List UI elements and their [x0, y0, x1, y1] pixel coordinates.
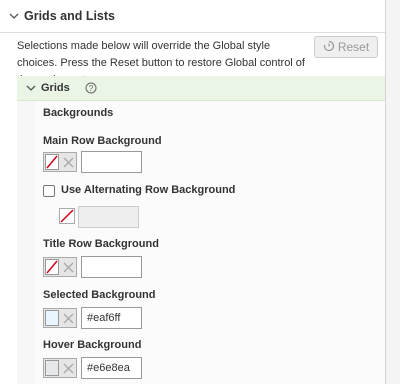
svg-text:?: ?	[89, 84, 94, 93]
reset-button-label: Reset	[337, 40, 370, 54]
clear-x-icon[interactable]	[61, 155, 76, 170]
selected-background-input[interactable]	[81, 307, 142, 329]
hover-background-input[interactable]	[81, 357, 142, 379]
color-swatch[interactable]	[45, 360, 59, 376]
grids-and-lists-header[interactable]: Grids and Lists	[0, 0, 385, 33]
hover-background-label: Hover Background	[43, 339, 142, 351]
main-row-background-label: Main Row Background	[43, 135, 162, 147]
title-row-color-picker[interactable]	[43, 257, 77, 277]
selected-background-label: Selected Background	[43, 289, 156, 301]
color-swatch[interactable]	[45, 310, 59, 326]
main-row-background-input[interactable]	[81, 151, 142, 173]
backgrounds-heading: Backgrounds	[43, 107, 114, 119]
alternating-row-checkbox[interactable]	[43, 185, 55, 197]
reset-icon	[323, 40, 335, 55]
clear-x-icon[interactable]	[61, 260, 76, 275]
grids-settings-group: Backgrounds Main Row Background Use Alte…	[17, 101, 385, 384]
subsection-title: Grids	[41, 82, 70, 94]
clear-x-icon[interactable]	[61, 361, 76, 376]
question-circle-icon[interactable]: ?	[85, 82, 97, 94]
alternating-no-color-swatch[interactable]	[59, 208, 75, 224]
alternating-row-label: Use Alternating Row Background	[61, 184, 236, 196]
grids-subsection-header[interactable]: Grids ?	[17, 76, 385, 101]
no-color-swatch[interactable]	[45, 154, 59, 170]
settings-panel: Grids and Lists Selections made below wi…	[0, 0, 386, 384]
clear-x-icon[interactable]	[61, 311, 76, 326]
hover-color-picker[interactable]	[43, 358, 77, 378]
selected-color-picker[interactable]	[43, 308, 77, 328]
main-row-color-picker[interactable]	[43, 152, 77, 172]
reset-button[interactable]: Reset	[314, 36, 378, 58]
chevron-down-icon[interactable]	[25, 82, 37, 94]
scrollbar[interactable]	[392, 0, 400, 384]
chevron-down-icon[interactable]	[8, 10, 20, 22]
title-row-background-label: Title Row Background	[43, 238, 159, 250]
section-title: Grids and Lists	[24, 9, 115, 23]
title-row-background-input[interactable]	[81, 256, 142, 278]
alternating-row-input[interactable]	[78, 206, 139, 228]
grids-settings-body: Backgrounds Main Row Background Use Alte…	[35, 101, 385, 384]
no-color-swatch[interactable]	[45, 259, 59, 275]
